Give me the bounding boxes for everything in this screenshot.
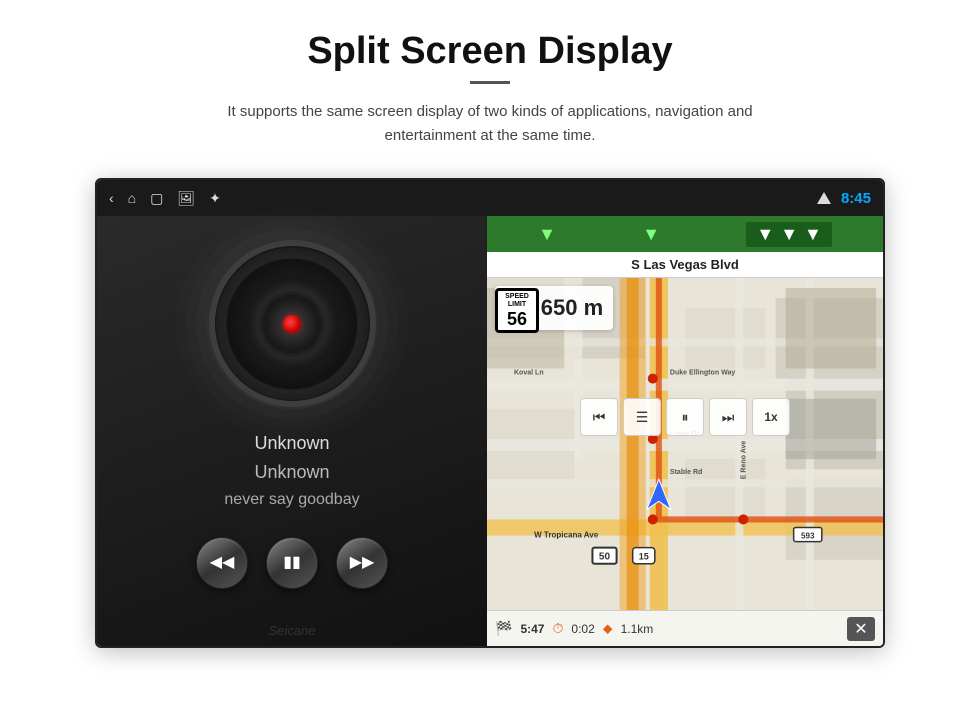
nav-eta: 0:02 [571,622,594,636]
flag-start-icon: 🏁 [495,620,512,637]
speed-limit-sign: SPEED LIMIT 56 [495,288,539,333]
play-pause-button[interactable]: ▮▮ [266,537,318,589]
screen-container: ‹ ⌂ ▢ 🖼 ✦ 8:45 Unknown Unknown never say… [95,178,885,648]
nav-arrow-down-2: ▼ [642,224,660,245]
album-art-inner [262,294,322,354]
track-song: never say goodbay [224,491,359,509]
status-bar-left: ‹ ⌂ ▢ 🖼 ✦ [109,191,817,205]
speed-limit-value: 56 [502,310,532,328]
svg-text:Stable Rd: Stable Rd [670,469,702,476]
image-icon[interactable]: 🖼 [177,191,195,205]
nav-arrow-down-3: ▼ [756,224,774,245]
next-button[interactable]: ▶▶ [336,537,388,589]
back-arrow-icon[interactable]: ‹ [109,191,114,205]
window-icon[interactable]: ▢ [150,191,163,205]
distance-icon: ⬥ [603,620,613,637]
pause-icon: ▮▮ [283,555,301,571]
nav-arrow-down-5: ▼ [804,224,822,245]
svg-text:Duke Ellington Way: Duke Ellington Way [670,370,735,377]
nav-close-button[interactable]: ✕ [847,617,875,641]
nav-time: 5:47 [520,622,544,636]
track-title: Unknown [254,433,329,454]
nav-top-bar: ▼ ▼ ▼ ▼ ▼ [487,216,883,252]
next-icon: ▶▶ [350,555,375,571]
speed-limit-label: SPEED LIMIT [502,293,532,310]
svg-text:593: 593 [801,532,815,541]
split-panel: Unknown Unknown never say goodbay ◀◀ ▮▮ … [97,216,883,646]
nav-next-button[interactable]: ⏭ [709,398,747,436]
dist-big: 650 m [541,297,603,319]
nav-arrow-section: ▼ ▼ ▼ [746,222,831,247]
usb-icon[interactable]: ✦ [209,191,221,205]
svg-text:50: 50 [599,552,611,563]
prev-button[interactable]: ◀◀ [196,537,248,589]
nav-speed-button[interactable]: 1x [752,398,790,436]
status-time: 8:45 [841,190,871,207]
map-area: Koval Ln Duke Ellington Way Luxor Dr E R… [487,278,883,610]
svg-text:Koval Ln: Koval Ln [514,370,544,377]
svg-text:15: 15 [639,552,649,562]
street-name-bar: S Las Vegas Blvd [487,252,883,278]
prev-icon: ◀◀ [210,555,235,571]
title-divider [470,81,510,84]
nav-panel: ▼ ▼ ▼ ▼ ▼ S Las Vegas Blvd [487,216,883,646]
home-icon[interactable]: ⌂ [128,191,136,205]
page-description: It supports the same screen display of t… [180,100,800,148]
nav-menu-button[interactable]: ☰ [623,398,661,436]
record-dot [283,315,301,333]
nav-playback-controls: ⏮ ☰ ⏸ ⏭ 1x [580,398,790,436]
album-art [215,246,370,401]
nav-arrow-down-1: ▼ [538,224,556,245]
nav-arrow-down-4: ▼ [780,224,798,245]
svg-text:E Reno Ave: E Reno Ave [740,441,747,480]
nav-dist: 1.1km [621,622,654,636]
nav-pause-button[interactable]: ⏸ [666,398,704,436]
status-bar: ‹ ⌂ ▢ 🖼 ✦ 8:45 [97,180,883,216]
clock-icon: ⏱ [552,620,563,637]
music-panel: Unknown Unknown never say goodbay ◀◀ ▮▮ … [97,216,487,646]
triangle-icon [817,192,831,204]
music-controls: ◀◀ ▮▮ ▶▶ [196,537,388,589]
track-artist: Unknown [254,462,329,483]
watermark: Seicane [269,623,316,638]
svg-text:W Tropicana Ave: W Tropicana Ave [534,531,599,540]
dist-info: 650 m [541,297,603,319]
page-title: Split Screen Display [307,30,672,73]
nav-prev-button[interactable]: ⏮ [580,398,618,436]
status-bar-right: 8:45 [817,190,871,207]
nav-bottom-bar: 🏁 5:47 ⏱ 0:02 ⬥ 1.1km ✕ [487,610,883,646]
